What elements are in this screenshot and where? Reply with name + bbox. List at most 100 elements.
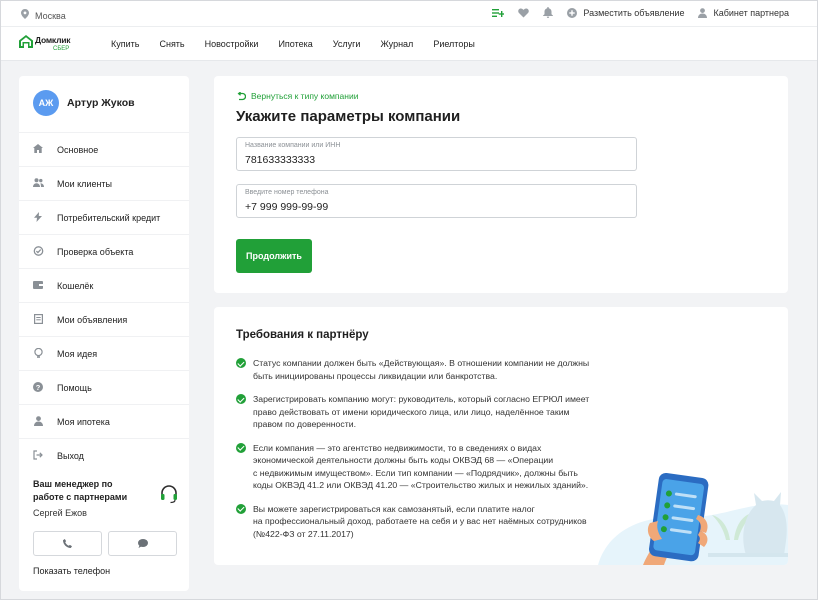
sidebar-item-consumer-credit[interactable]: Потребительский кредит — [19, 200, 189, 234]
sidebar-item-label: Мои объявления — [57, 314, 128, 325]
phone-field[interactable]: Введите номер телефона +7 999 999-99-99 — [236, 184, 637, 218]
sidebar-item-label: Моя идея — [57, 348, 98, 359]
requirement-text: Если компания — это агентство недвижимос… — [253, 442, 589, 491]
check-circle-icon — [236, 442, 246, 453]
company-inn-value: 781633333333 — [245, 154, 316, 166]
check-circle-icon — [236, 394, 246, 404]
requirements-list: Статус компании должен быть «Действующая… — [236, 357, 616, 551]
nav-link-journal[interactable]: Журнал — [380, 39, 413, 49]
nav-links: Купить Снять Новостройки Ипотека Услуги … — [111, 39, 475, 49]
main-nav: Домклик СБЕР Купить Снять Новостройки Ип… — [1, 27, 817, 61]
company-inn-label: Название компании или ИНН — [245, 142, 341, 149]
favorites-button[interactable] — [518, 7, 530, 18]
page-title: Укажите параметры компании — [236, 108, 461, 125]
sidebar-item-label: Кошелёк — [57, 280, 94, 291]
nav-link-buy[interactable]: Купить — [111, 39, 139, 49]
sidebar-item-label: Потребительский кредит — [57, 212, 161, 223]
thumbs-up-icon — [33, 245, 44, 258]
person-icon — [33, 415, 43, 428]
check-circle-icon — [236, 503, 246, 514]
partner-cabinet-label: Кабинет партнера — [713, 7, 789, 18]
requirement-text: Статус компании должен быть «Действующая… — [253, 358, 590, 381]
sidebar-item-help[interactable]: ? Помощь — [19, 370, 189, 404]
logout-icon — [33, 449, 43, 462]
call-manager-button[interactable] — [33, 531, 102, 556]
lightning-icon — [33, 211, 43, 224]
page-frame: Москва Разместить объявление Кабинет пар… — [0, 0, 818, 600]
sidebar-menu: Основное Мои клиенты Потребительский кре… — [19, 132, 189, 472]
top-bar: Москва Разместить объявление Кабинет пар… — [1, 1, 817, 27]
question-icon: ? — [33, 381, 43, 394]
user-profile[interactable]: АЖ Артур Жуков — [33, 90, 135, 116]
sidebar-item-label: Помощь — [57, 382, 92, 393]
house-logo-icon — [19, 35, 33, 48]
sidebar-item-clients[interactable]: Мои клиенты — [19, 166, 189, 200]
show-phone-link[interactable]: Показать телефон — [33, 566, 110, 576]
post-ad-link[interactable]: Разместить объявление — [567, 7, 685, 18]
list-add-icon — [492, 8, 505, 17]
sidebar: АЖ Артур Жуков Основное Мои клиенты Потр… — [19, 76, 189, 591]
wallet-icon — [33, 280, 43, 291]
sidebar-item-label: Проверка объекта — [57, 246, 134, 257]
nav-link-realtors[interactable]: Риелторы — [433, 39, 475, 49]
manager-name: Сергей Ежов — [33, 508, 87, 518]
domclick-logo[interactable]: Домклик СБЕР — [19, 33, 89, 55]
manager-title: Ваш менеджер по работе с партнерами — [33, 479, 128, 502]
chat-manager-button[interactable] — [108, 531, 177, 556]
user-icon — [698, 7, 708, 18]
home-icon — [33, 144, 43, 155]
avatar: АЖ — [33, 90, 59, 116]
compare-list-button[interactable] — [492, 8, 505, 18]
back-to-company-type-link[interactable]: Вернуться к типу компании — [236, 91, 358, 101]
sidebar-item-label: Мои клиенты — [57, 178, 113, 189]
sidebar-item-my-idea[interactable]: Моя идея — [19, 336, 189, 370]
top-bar-actions: Разместить объявление Кабинет партнера — [492, 7, 789, 18]
requirements-card: Требования к партнёру Статус компании до… — [214, 307, 788, 565]
city-label: Москва — [35, 10, 66, 21]
continue-button[interactable]: Продолжить — [236, 239, 312, 273]
check-circle-icon — [236, 358, 246, 368]
chat-bubble-icon — [137, 539, 148, 548]
phone-label: Введите номер телефона — [245, 189, 329, 196]
location-pin-icon — [21, 9, 29, 22]
city-selector[interactable]: Москва — [21, 9, 66, 22]
company-params-card: Вернуться к типу компании Укажите параме… — [214, 76, 788, 293]
phone-icon — [63, 539, 72, 548]
svg-text:?: ? — [36, 382, 41, 391]
list-item: Вы можете зарегистрироваться как самозан… — [236, 503, 616, 541]
user-name: Артур Жуков — [67, 97, 135, 109]
partner-cabinet-link[interactable]: Кабинет партнера — [698, 8, 789, 18]
requirement-text: Зарегистрировать компанию могут: руковод… — [253, 394, 590, 429]
logo-name: Домклик — [35, 35, 71, 45]
manager-block: Ваш менеджер по работе с партнерами Серг… — [33, 478, 179, 518]
company-inn-field[interactable]: Название компании или ИНН 781633333333 — [236, 137, 637, 171]
nav-link-services[interactable]: Услуги — [333, 39, 361, 49]
nav-link-rent[interactable]: Снять — [159, 39, 184, 49]
sidebar-item-my-mortgage[interactable]: Моя ипотека — [19, 404, 189, 438]
headset-icon — [161, 485, 177, 504]
sidebar-item-main[interactable]: Основное — [19, 132, 189, 166]
sidebar-item-my-ads[interactable]: Мои объявления — [19, 302, 189, 336]
sidebar-item-logout[interactable]: Выход — [19, 438, 189, 472]
notifications-button[interactable] — [543, 7, 554, 18]
sidebar-item-wallet[interactable]: Кошелёк — [19, 268, 189, 302]
sidebar-item-label: Выход — [57, 450, 84, 461]
sidebar-item-label: Основное — [57, 144, 99, 155]
nav-link-mortgage[interactable]: Ипотека — [278, 39, 312, 49]
heart-icon — [518, 7, 530, 17]
document-icon — [33, 313, 43, 326]
requirement-text: Вы можете зарегистрироваться как самозан… — [253, 503, 587, 539]
lightbulb-icon — [33, 347, 43, 360]
post-ad-label: Разместить объявление — [583, 7, 685, 18]
back-link-label: Вернуться к типу компании — [251, 91, 359, 101]
logo-sub: СБЕР — [53, 46, 70, 52]
phone-in-hand-illustration — [598, 472, 788, 565]
sidebar-item-label: Моя ипотека — [57, 416, 110, 427]
nav-link-new-buildings[interactable]: Новостройки — [205, 39, 259, 49]
sidebar-item-object-check[interactable]: Проверка объекта — [19, 234, 189, 268]
bell-icon — [543, 7, 554, 18]
users-icon — [33, 178, 44, 189]
list-item: Если компания — это агентство недвижимос… — [236, 442, 616, 492]
manager-contact-buttons — [33, 531, 177, 556]
list-item: Статус компании должен быть «Действующая… — [236, 357, 616, 382]
